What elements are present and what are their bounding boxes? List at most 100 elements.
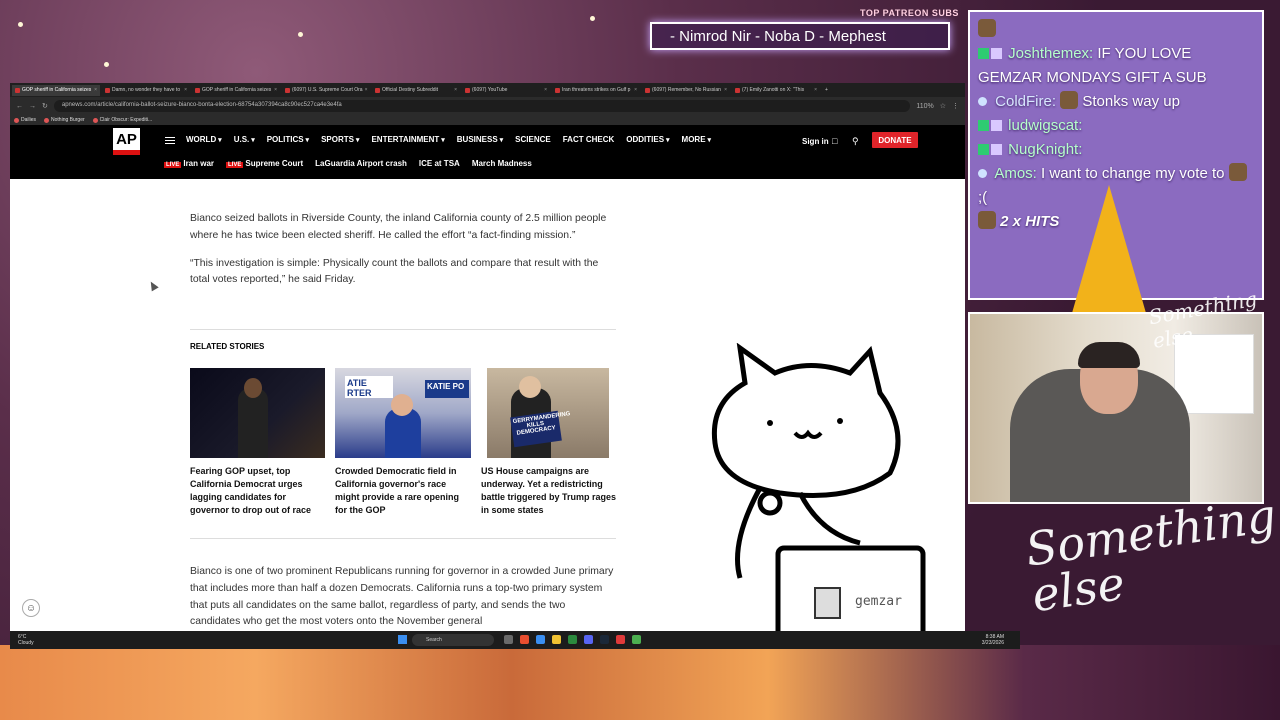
- close-tab-icon[interactable]: ×: [814, 87, 817, 93]
- story-image[interactable]: [190, 368, 325, 458]
- ap-logo[interactable]: AP: [113, 128, 140, 155]
- related-story-card[interactable]: GERRYMANDERING KILLS DEMOCRACY US House …: [481, 368, 617, 517]
- menu-icon[interactable]: ⋮: [952, 102, 959, 110]
- nav-item-fact-check[interactable]: FACT CHECK: [563, 135, 615, 144]
- comment-icon[interactable]: □: [832, 136, 837, 146]
- tab-favicon-icon: [735, 87, 740, 93]
- close-tab-icon[interactable]: ×: [365, 87, 368, 93]
- browser-tab[interactable]: (6097) Remember, No Russian ×: [642, 85, 730, 96]
- nav-item-politics[interactable]: POLITICS: [267, 135, 309, 144]
- nav-item-sports[interactable]: SPORTS: [321, 135, 359, 144]
- close-tab-icon[interactable]: ×: [184, 87, 187, 93]
- bookmark-favicon-icon: [14, 117, 19, 123]
- main-nav: WORLD U.S. POLITICS SPORTS ENTERTAINMENT BUSI…: [186, 135, 711, 144]
- weather-widget[interactable]: 6°C Cloudy: [18, 634, 34, 646]
- taskbar-app-icon[interactable]: [600, 635, 609, 644]
- nav-item-world[interactable]: WORLD: [186, 135, 222, 144]
- browser-tab[interactable]: (6097) YouTube ×: [462, 85, 550, 96]
- chat-username[interactable]: ludwigscat:: [1008, 117, 1082, 134]
- url-field[interactable]: apnews.com/article/california-ballot-sei…: [53, 100, 911, 112]
- subnav-item[interactable]: ICE at TSA: [419, 159, 460, 168]
- zoom-level[interactable]: 110%: [916, 103, 933, 110]
- story-headline[interactable]: US House campaigns are underway. Yet a r…: [481, 465, 617, 517]
- taskbar-app-icon[interactable]: [568, 635, 577, 644]
- related-story-card[interactable]: Fearing GOP upset, top California Democr…: [190, 368, 325, 517]
- bookmark-item[interactable]: Nothing Burger: [44, 117, 85, 123]
- bookmark-item[interactable]: Clair Obscur: Expediti...: [92, 117, 152, 123]
- cat-sign-label: gemzar: [855, 594, 902, 609]
- live-badge: LIVE: [226, 162, 244, 168]
- story-image[interactable]: GERRYMANDERING KILLS DEMOCRACY: [487, 368, 609, 458]
- hamburger-menu-icon[interactable]: [165, 137, 175, 144]
- browser-tab[interactable]: Damn, no wonder they have to ×: [102, 85, 190, 96]
- related-story-card[interactable]: ATIE RTER KATIE PO Crowded Democratic fi…: [335, 368, 471, 517]
- taskbar-app-icon[interactable]: [536, 635, 545, 644]
- address-bar: ← → ↻ apnews.com/article/california-ball…: [10, 97, 965, 115]
- browser-tab[interactable]: (7) Emily Zanotti on X: "This ×: [732, 85, 820, 96]
- taskbar-clock[interactable]: 8:38 AM 3/23/2026: [982, 634, 1004, 646]
- bookmark-item[interactable]: Dailies: [14, 117, 36, 123]
- close-tab-icon[interactable]: ×: [544, 87, 547, 93]
- donate-button[interactable]: DONATE: [872, 132, 918, 148]
- taskbar-app-icon[interactable]: [520, 635, 529, 644]
- browser-tab[interactable]: GOP sheriff in California seizes ×: [192, 85, 280, 96]
- new-tab-icon[interactable]: +: [822, 85, 836, 96]
- subnav-item[interactable]: March Madness: [472, 159, 532, 168]
- taskbar-app-icon[interactable]: [552, 635, 561, 644]
- browser-tab[interactable]: Official Destiny Subreddit ×: [372, 85, 460, 96]
- tab-favicon-icon: [105, 87, 110, 93]
- chat-username[interactable]: Joshthemex:: [1008, 45, 1093, 62]
- close-tab-icon[interactable]: ×: [634, 87, 637, 93]
- chat-username[interactable]: Amos:: [994, 165, 1037, 182]
- story-headline[interactable]: Fearing GOP upset, top California Democr…: [190, 465, 325, 517]
- windows-start-icon[interactable]: [398, 635, 407, 644]
- taskbar-app-icon[interactable]: [504, 635, 513, 644]
- divider: [190, 538, 616, 539]
- tab-favicon-icon: [555, 87, 560, 93]
- bookmark-star-icon[interactable]: ☆: [940, 102, 946, 110]
- subnav-item[interactable]: LIVE Iran war: [164, 159, 214, 168]
- taskbar-app-icon[interactable]: [616, 635, 625, 644]
- close-tab-icon[interactable]: ×: [274, 87, 277, 93]
- close-tab-icon[interactable]: ×: [94, 87, 97, 93]
- chat-message: ColdFire: Stonks way up: [978, 90, 1254, 114]
- tab-favicon-icon: [195, 87, 200, 93]
- tab-bar: GOP sheriff in California seizes × Damn, n…: [10, 83, 965, 97]
- nav-item-more[interactable]: MORE: [682, 135, 711, 144]
- close-tab-icon[interactable]: ×: [724, 87, 727, 93]
- story-headline[interactable]: Crowded Democratic field in California g…: [335, 465, 471, 517]
- taskbar-app-icon[interactable]: [632, 635, 641, 644]
- nav-item-oddities[interactable]: ODDITIES: [626, 135, 669, 144]
- close-tab-icon[interactable]: ×: [454, 87, 457, 93]
- chat-username[interactable]: NugKnight:: [1008, 141, 1082, 158]
- nav-item-entertainment[interactable]: ENTERTAINMENT: [371, 135, 444, 144]
- tab-favicon-icon: [645, 87, 650, 93]
- subnav-item[interactable]: LaGuardia Airport crash: [315, 159, 407, 168]
- nav-item-u-s-[interactable]: U.S.: [234, 135, 255, 144]
- browser-tab[interactable]: (6097) U.S. Supreme Court Ora ×: [282, 85, 370, 96]
- reload-icon[interactable]: ↻: [42, 102, 48, 110]
- browser-tab[interactable]: GOP sheriff in California seizes ×: [12, 84, 100, 96]
- chat-text: Stonks way up: [1082, 93, 1180, 110]
- patreon-label: TOP PATREON SUBS: [860, 8, 959, 18]
- chat-username[interactable]: ColdFire:: [995, 93, 1056, 110]
- accessibility-icon[interactable]: ☺: [22, 599, 40, 617]
- taskbar-search[interactable]: Search: [412, 634, 494, 646]
- nav-item-science[interactable]: SCIENCE: [515, 135, 551, 144]
- story-image[interactable]: ATIE RTER KATIE PO: [335, 368, 471, 458]
- sign-in-link[interactable]: Sign in: [802, 137, 829, 146]
- article-paragraph: “This investigation is simple: Physicall…: [190, 257, 599, 286]
- nav-item-business[interactable]: BUSINESS: [457, 135, 503, 144]
- browser-tab[interactable]: Iran threatens strikes on Gulf p ×: [552, 85, 640, 96]
- back-icon[interactable]: ←: [16, 103, 23, 110]
- search-icon[interactable]: ⚲: [852, 136, 859, 147]
- star-decoration: [18, 22, 23, 27]
- mouse-cursor-icon: [147, 279, 159, 292]
- bookmark-favicon-icon: [44, 117, 50, 123]
- subnav-item[interactable]: LIVE Supreme Court: [226, 159, 303, 168]
- star-decoration: [590, 16, 595, 21]
- chat-message: [978, 18, 1254, 42]
- taskbar-app-icon[interactable]: [584, 635, 593, 644]
- forward-icon[interactable]: →: [29, 103, 36, 110]
- star-decoration: [104, 62, 109, 67]
